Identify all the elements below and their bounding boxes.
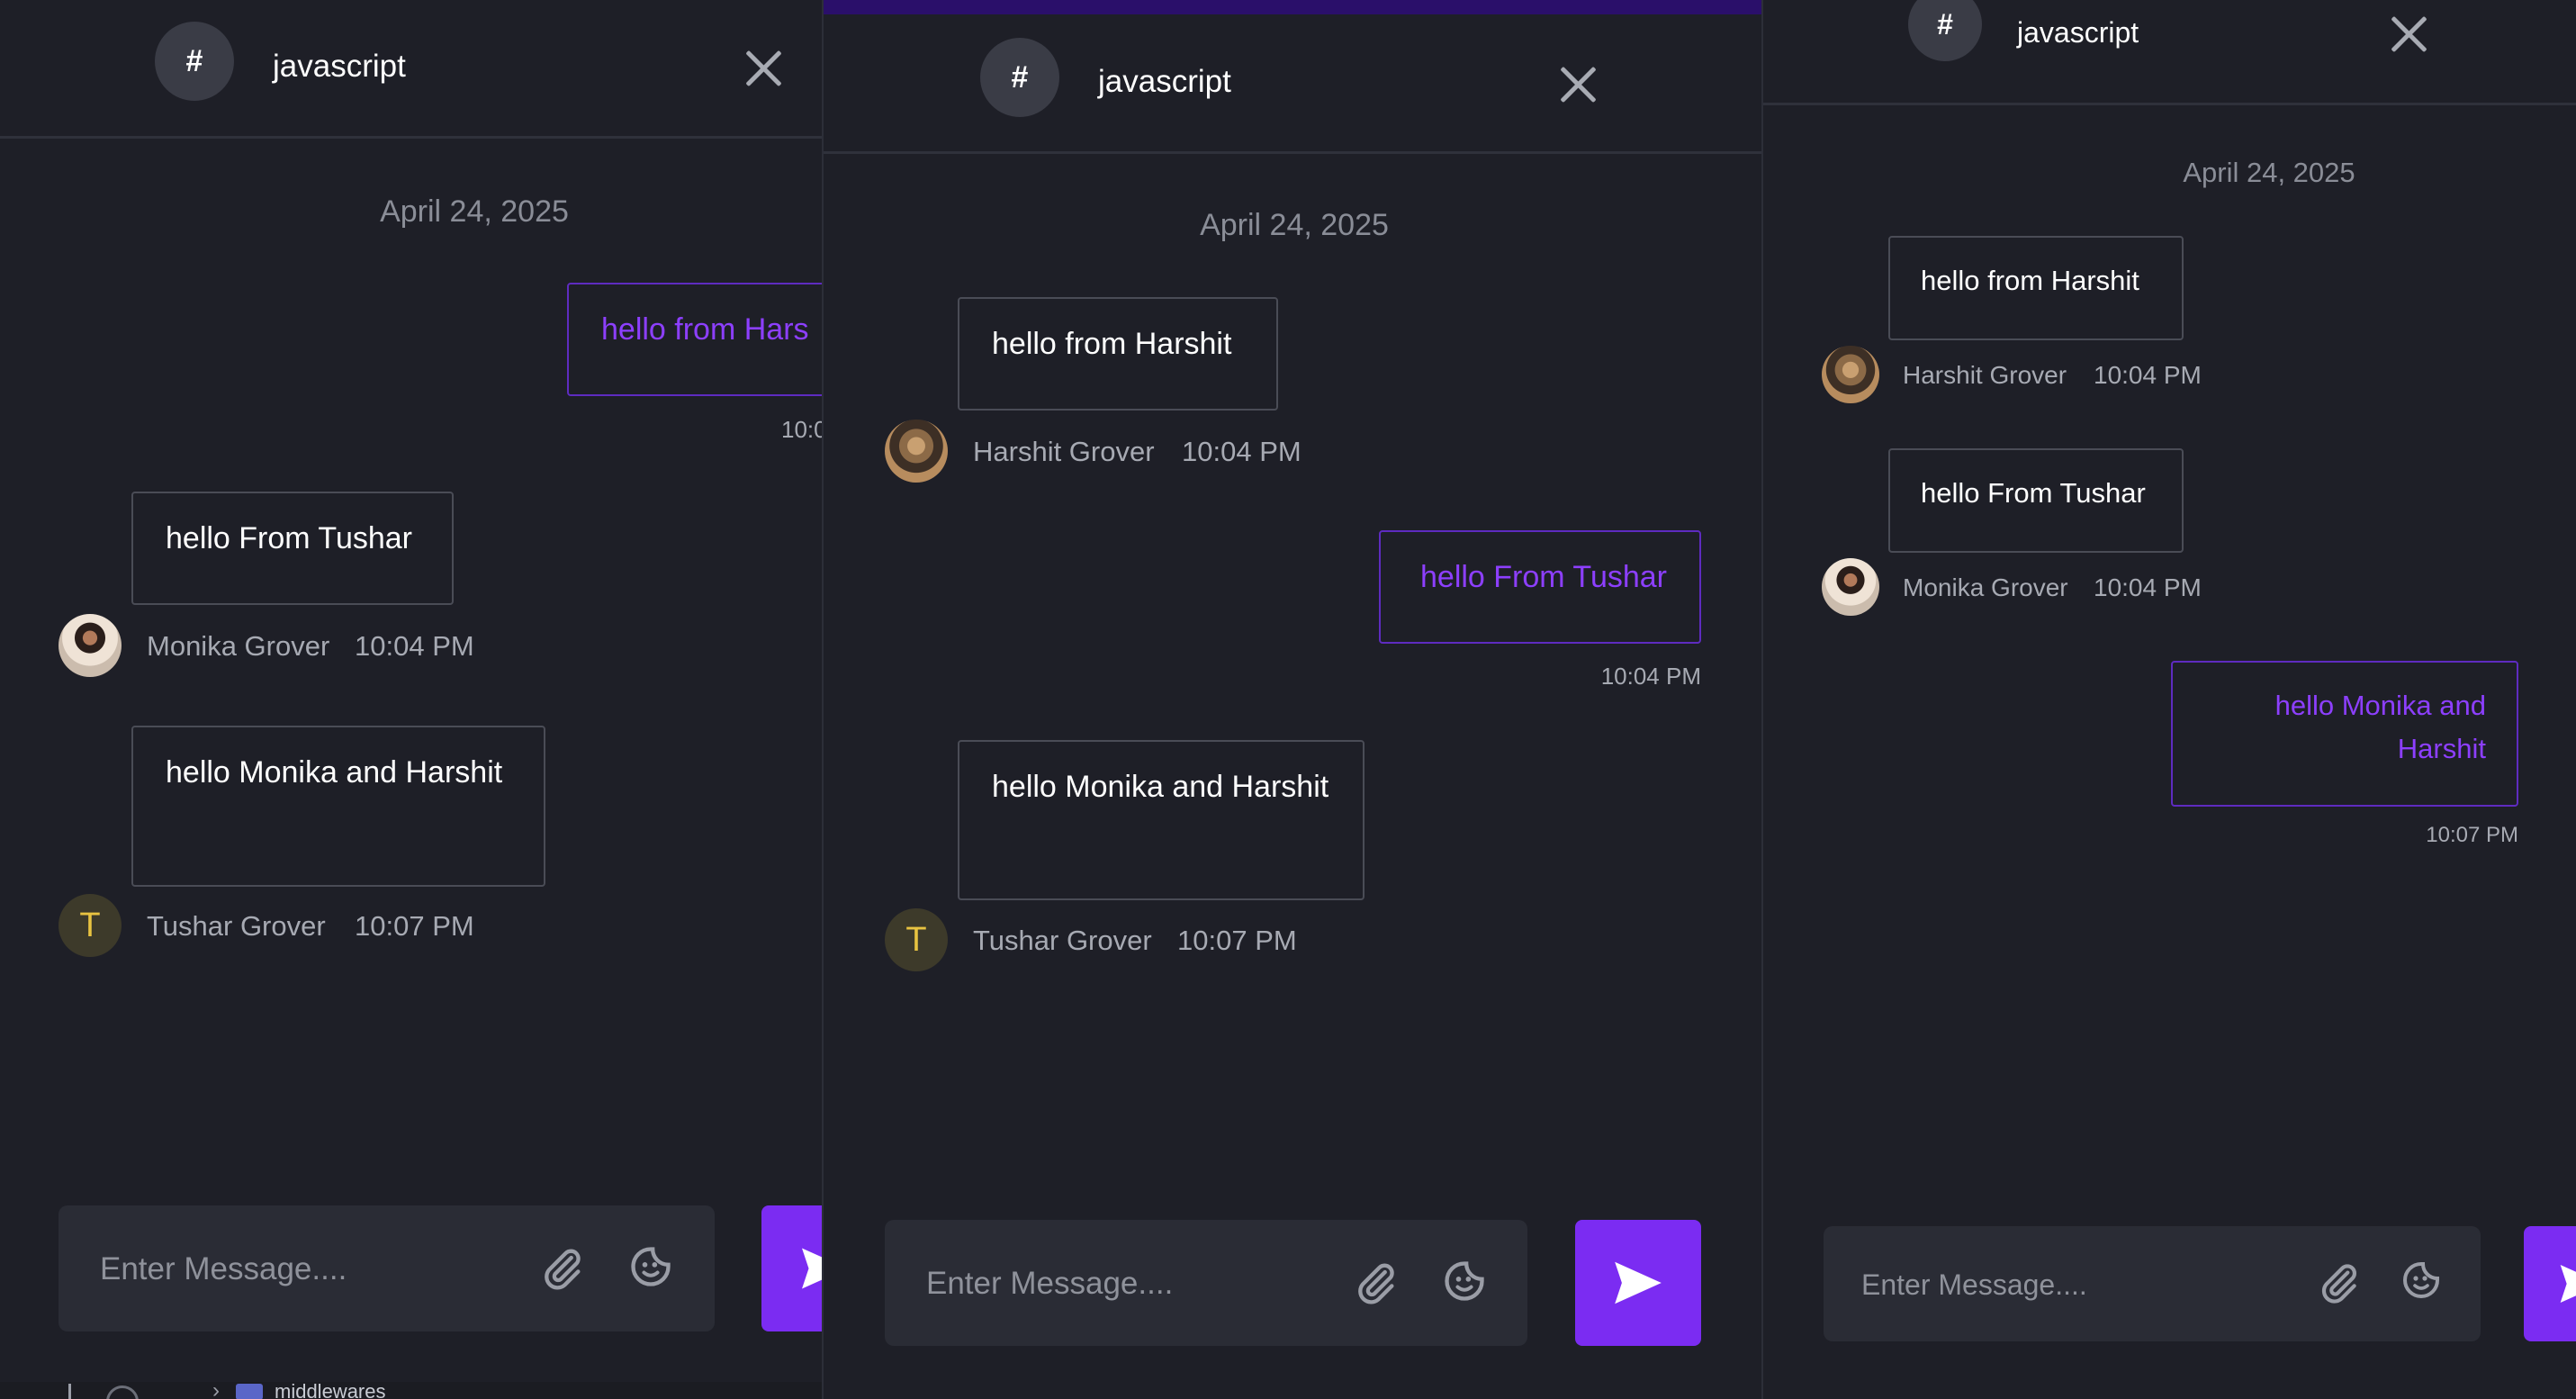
folder-icon — [236, 1384, 263, 1399]
sticker-icon[interactable] — [2400, 1259, 2443, 1302]
own-message-bubble: hello from Hars — [567, 283, 824, 396]
avatar — [885, 420, 948, 483]
message-bubble: hello Monika and Harshit — [131, 726, 545, 887]
message-time: 10:04 PM — [2094, 361, 2202, 389]
paperclip-icon[interactable] — [2317, 1260, 2362, 1305]
close-icon[interactable] — [2389, 14, 2428, 54]
channel-hash-icon: # — [980, 38, 1059, 117]
date-divider: April 24, 2025 — [2183, 157, 2355, 188]
own-message-bubble: hello From Tushar — [1379, 530, 1701, 644]
message-input[interactable] — [924, 1220, 1314, 1348]
message-bubble: hello From Tushar — [1888, 448, 2184, 553]
chat-header: # javascript — [0, 0, 824, 139]
avatar: T — [59, 894, 122, 957]
message-author: Harshit Grover — [1903, 361, 2067, 389]
message-time: 10:07 PM — [355, 910, 474, 942]
circle-icon — [106, 1385, 139, 1399]
chat-panel-right: # javascript April 24, 2025 hello from H… — [1762, 0, 2576, 1399]
message-bubble: hello From Tushar — [131, 492, 454, 605]
date-divider: April 24, 2025 — [1200, 208, 1389, 242]
channel-hash-icon: # — [1908, 0, 1982, 61]
chat-header: # javascript — [824, 14, 1761, 154]
window-top-bar — [824, 0, 1761, 14]
message-author: Monika Grover — [147, 630, 330, 662]
message-bubble: hello from Harshit — [1888, 236, 2184, 340]
folder-label: middlewares — [275, 1380, 386, 1399]
message-author: Monika Grover — [1903, 573, 2068, 601]
message-bubble: hello Monika and Harshit — [958, 740, 1365, 900]
avatar — [1822, 558, 1879, 616]
avatar: T — [885, 908, 948, 971]
close-icon[interactable] — [743, 49, 783, 88]
own-message-time: 10:07 PM — [2426, 823, 2518, 847]
message-composer — [1824, 1226, 2481, 1343]
message-time: 10:07 PM — [1177, 925, 1297, 956]
channel-title: javascript — [2017, 16, 2139, 49]
own-message-time: 10:04 PM — [1600, 663, 1701, 690]
message-bubble: hello from Harshit — [958, 297, 1278, 411]
chat-panel-left: # javascript April 24, 2025 hello from H… — [0, 0, 824, 1399]
avatar — [59, 614, 122, 677]
avatar — [1822, 346, 1879, 403]
message-composer — [885, 1220, 1527, 1348]
channel-title: javascript — [273, 49, 406, 84]
background-window-strip: › middlewares — [0, 1378, 824, 1399]
send-button[interactable] — [1575, 1220, 1701, 1346]
paperclip-icon[interactable] — [539, 1245, 586, 1292]
sticker-icon[interactable] — [1441, 1258, 1488, 1304]
send-icon — [1615, 1261, 1662, 1304]
screenshot-stage: # javascript April 24, 2025 hello from H… — [0, 0, 2576, 1399]
chat-panel-main: # javascript April 24, 2025 hello from H… — [822, 0, 1763, 1399]
chevron-right-icon: › — [212, 1378, 220, 1399]
send-icon — [802, 1248, 824, 1289]
paperclip-icon[interactable] — [1353, 1259, 1400, 1306]
tree-guide-line — [68, 1384, 71, 1399]
send-button[interactable] — [2524, 1226, 2576, 1341]
message-author: Tushar Grover — [973, 925, 1152, 956]
channel-hash-icon: # — [155, 22, 234, 101]
date-divider: April 24, 2025 — [380, 194, 569, 229]
message-time: 10:04 PM — [355, 630, 474, 662]
own-message-bubble: hello Monika and Harshit — [2171, 661, 2518, 807]
message-time: 10:04 PM — [1182, 436, 1302, 467]
channel-title: javascript — [1098, 64, 1231, 99]
send-icon — [2560, 1265, 2576, 1303]
chat-header: # javascript — [1762, 0, 2576, 105]
message-time: 10:04 PM — [2094, 573, 2202, 601]
message-input[interactable] — [98, 1205, 496, 1333]
message-author: Tushar Grover — [147, 910, 326, 942]
message-composer — [59, 1205, 715, 1333]
message-input[interactable] — [1860, 1226, 2257, 1343]
send-button[interactable] — [761, 1205, 824, 1331]
message-author: Harshit Grover — [973, 436, 1155, 467]
sticker-icon[interactable] — [627, 1243, 674, 1290]
own-message-time: 10:0 — [781, 416, 824, 443]
close-icon[interactable] — [1558, 65, 1598, 104]
